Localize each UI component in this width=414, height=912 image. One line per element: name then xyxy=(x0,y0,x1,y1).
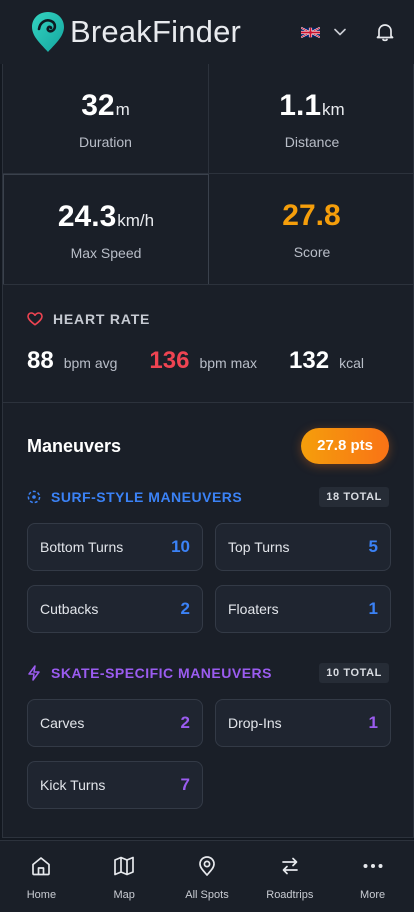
distance-label: Distance xyxy=(284,133,340,150)
points-badge: 27.8 pts xyxy=(301,428,389,464)
heart-rate-title: HEART RATE xyxy=(53,311,151,327)
hr-max: 136 bpm max xyxy=(149,347,257,375)
kcal-unit: kcal xyxy=(339,355,364,371)
maneuver-card-bottom-turns[interactable]: Bottom Turns 10 xyxy=(27,523,203,571)
maneuvers-title: Maneuvers xyxy=(27,435,122,456)
maneuvers-section: Maneuvers 27.8 pts SURF-STYLE MANEUVERS … xyxy=(3,403,413,809)
hr-avg-unit: bpm avg xyxy=(63,355,118,371)
home-icon xyxy=(32,857,51,876)
surf-category-header: SURF-STYLE MANEUVERS 18 TOTAL xyxy=(27,487,389,507)
maneuver-card-floaters[interactable]: Floaters 1 xyxy=(215,585,391,633)
location-pin-icon xyxy=(199,856,215,876)
maneuver-card-drop-ins[interactable]: Drop-Ins 1 xyxy=(215,699,391,747)
session-details: 32m Duration 1.1km Distance 24.3km/h Max… xyxy=(2,64,414,838)
maneuver-count: 2 xyxy=(180,713,190,732)
maneuver-card-kick-turns[interactable]: Kick Turns 7 xyxy=(27,761,203,809)
maneuver-label: Top Turns xyxy=(228,539,290,555)
score-label: Score xyxy=(293,244,331,260)
breakfinder-logo-icon[interactable] xyxy=(30,10,66,54)
maneuver-count: 5 xyxy=(368,537,378,556)
hr-max-value: 136 xyxy=(149,347,190,374)
maneuver-label: Carves xyxy=(40,715,85,731)
distance-unit: km xyxy=(322,99,345,119)
hr-avg: 88 bpm avg xyxy=(27,347,117,375)
lightning-icon xyxy=(28,665,40,681)
stat-distance: 1.1km Distance xyxy=(209,64,413,174)
kcal-value: 132 xyxy=(289,347,330,374)
maneuver-label: Floaters xyxy=(228,601,279,617)
bell-icon[interactable] xyxy=(376,22,394,42)
score-value: 27.8 xyxy=(282,199,341,232)
surf-wave-icon xyxy=(27,490,41,504)
skate-category-header: SKATE-SPECIFIC MANEUVERS 10 TOTAL xyxy=(27,663,389,683)
duration-value: 32 xyxy=(81,88,115,122)
maneuver-label: Drop-Ins xyxy=(228,715,282,731)
nav-more[interactable]: More xyxy=(331,841,414,912)
app-header: BreakFinder xyxy=(0,0,414,64)
heart-icon xyxy=(27,312,43,326)
hr-kcal: 132 kcal xyxy=(289,347,364,375)
nav-home-label: Home xyxy=(26,889,57,901)
maneuver-count: 1 xyxy=(368,713,378,732)
nav-roadtrips[interactable]: Roadtrips xyxy=(248,841,331,912)
nav-map[interactable]: Map xyxy=(83,841,166,912)
maneuver-count: 7 xyxy=(180,775,190,794)
max-speed-label: Max Speed xyxy=(70,244,142,261)
duration-label: Duration xyxy=(79,133,132,150)
chevron-down-icon xyxy=(334,28,346,36)
brand-name: BreakFinder xyxy=(70,14,242,49)
hr-avg-value: 88 xyxy=(27,347,54,374)
stat-duration: 32m Duration xyxy=(3,64,209,174)
arrows-exchange-icon xyxy=(281,857,298,875)
surf-category-name: SURF-STYLE MANEUVERS xyxy=(51,489,243,505)
stat-max-speed: 24.3km/h Max Speed xyxy=(3,174,209,284)
maneuver-count: 2 xyxy=(180,599,190,618)
skate-maneuver-grid: Carves 2 Drop-Ins 1 Kick Turns 7 xyxy=(27,699,391,809)
nav-more-label: More xyxy=(360,889,386,901)
maneuver-label: Kick Turns xyxy=(40,777,106,793)
max-speed-value: 24.3 xyxy=(57,199,117,233)
bottom-nav: Home Map All Spots Roadtrips More xyxy=(0,840,414,912)
maneuver-card-carves[interactable]: Carves 2 xyxy=(27,699,203,747)
hr-max-unit: bpm max xyxy=(199,355,258,371)
nav-roadtrips-label: Roadtrips xyxy=(266,889,314,901)
map-icon xyxy=(114,856,135,876)
more-dots-icon xyxy=(363,864,383,868)
maneuver-label: Cutbacks xyxy=(40,601,99,617)
stat-score: 27.8 Score xyxy=(209,174,413,284)
nav-all-spots-label: All Spots xyxy=(185,889,229,901)
uk-flag-icon xyxy=(301,26,320,38)
nav-home[interactable]: Home xyxy=(0,841,83,912)
language-selector[interactable] xyxy=(301,26,346,39)
stats-grid: 32m Duration 1.1km Distance 24.3km/h Max… xyxy=(3,64,413,285)
distance-value: 1.1 xyxy=(279,88,322,122)
heart-rate-section: HEART RATE 88 bpm avg 136 bpm max 132 kc… xyxy=(3,285,413,403)
maneuver-card-top-turns[interactable]: Top Turns 5 xyxy=(215,523,391,571)
maneuver-card-cutbacks[interactable]: Cutbacks 2 xyxy=(27,585,203,633)
maneuver-label: Bottom Turns xyxy=(40,539,124,555)
duration-unit: m xyxy=(115,99,130,119)
surf-maneuver-grid: Bottom Turns 10 Top Turns 5 Cutbacks 2 F… xyxy=(27,523,391,633)
skate-category-name: SKATE-SPECIFIC MANEUVERS xyxy=(51,665,272,681)
surf-total-badge: 18 TOTAL xyxy=(319,487,389,507)
nav-all-spots[interactable]: All Spots xyxy=(166,841,249,912)
maneuver-count: 10 xyxy=(171,537,190,556)
maneuver-count: 1 xyxy=(368,599,378,618)
max-speed-unit: km/h xyxy=(117,210,155,230)
nav-map-label: Map xyxy=(113,889,135,901)
skate-total-badge: 10 TOTAL xyxy=(319,663,389,683)
